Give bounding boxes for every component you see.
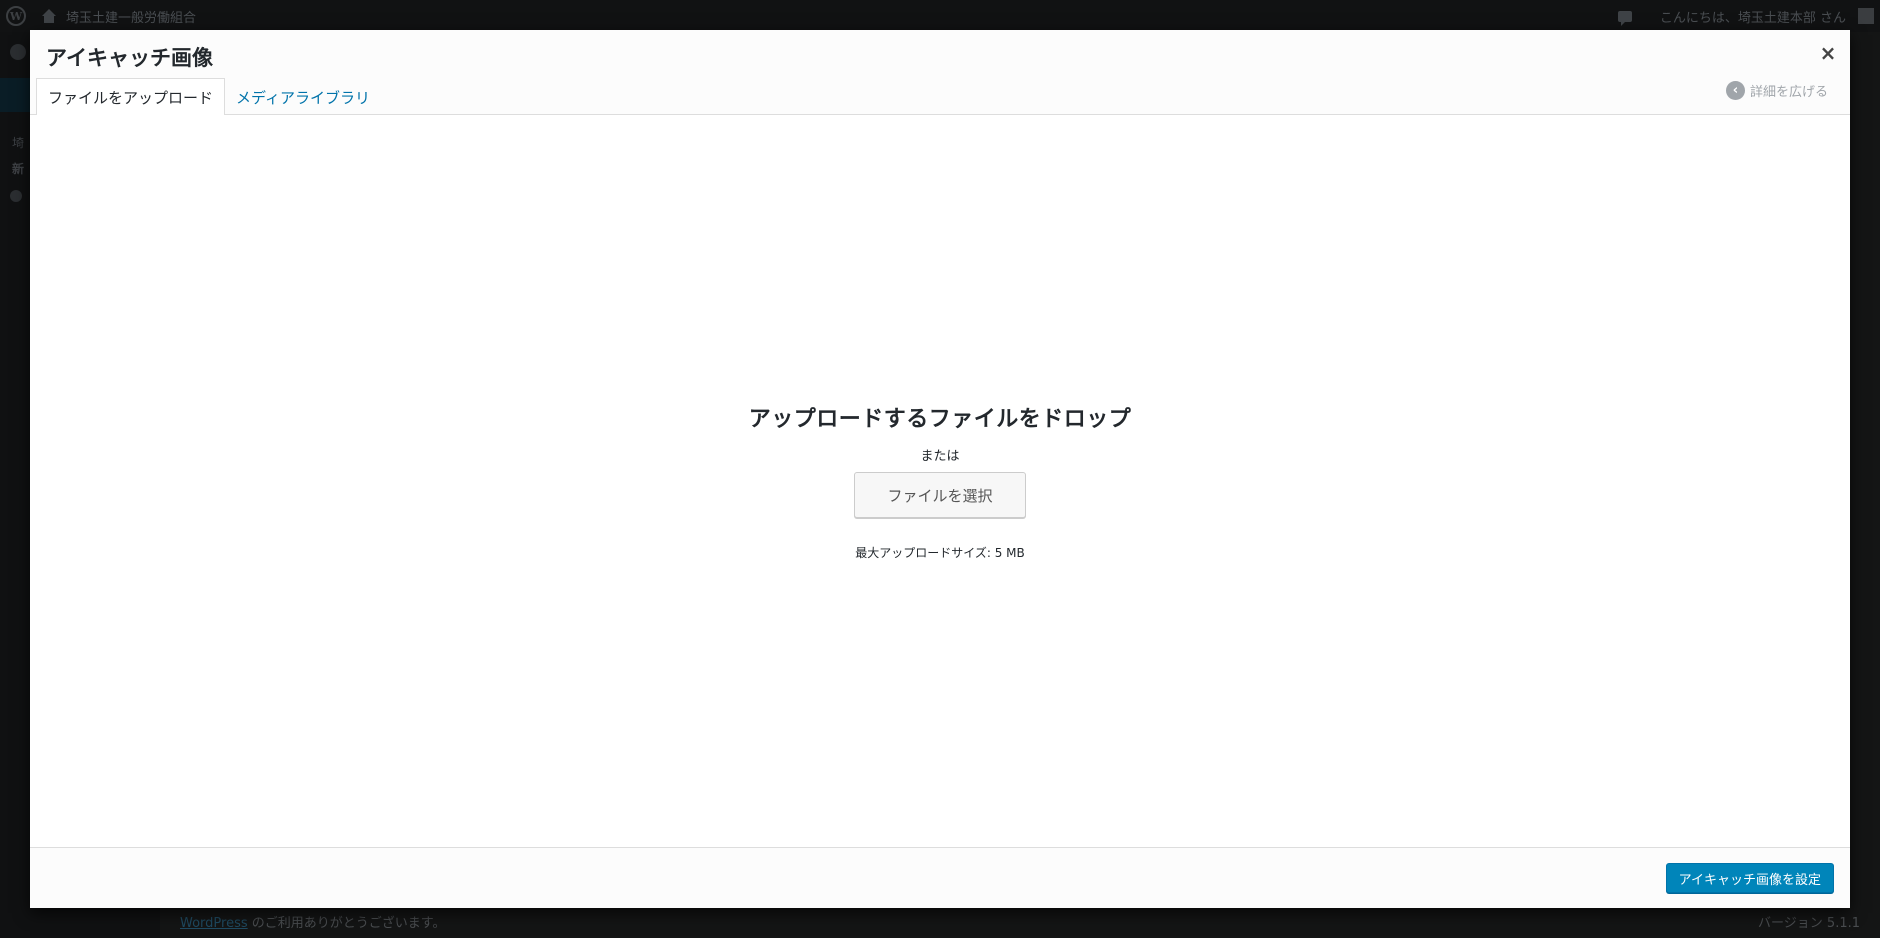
tab-upload-files[interactable]: ファイルをアップロード bbox=[36, 78, 226, 116]
user-greeting[interactable]: こんにちは、埼玉土建本部 さん bbox=[1660, 7, 1846, 26]
footer-thanks-text: のご利用ありがとうございます。 bbox=[247, 915, 446, 931]
upload-area[interactable]: アップロードするファイルをドロップ または ファイルを選択 最大アップロードサイ… bbox=[30, 115, 1850, 847]
footer-version: バージョン 5.1.1 bbox=[1758, 915, 1860, 931]
set-featured-image-button[interactable]: アイキャッチ画像を設定 bbox=[1665, 863, 1834, 893]
max-upload-size: 最大アップロードサイズ: 5 MB bbox=[855, 546, 1025, 560]
media-modal: アイキャッチ画像 × ファイルをアップロード メディアライブラリ ‹ 詳細を広げ… bbox=[30, 30, 1850, 908]
sidebar-subitem[interactable]: 新 bbox=[12, 160, 24, 177]
expand-details-label: 詳細を広げる bbox=[1749, 85, 1828, 100]
sidebar-subitem[interactable]: 埼 bbox=[12, 134, 24, 151]
home-icon bbox=[42, 9, 56, 23]
modal-title: アイキャッチ画像 bbox=[46, 46, 213, 70]
modal-toolbar: アイキャッチ画像を設定 bbox=[30, 847, 1850, 908]
avatar[interactable] bbox=[1858, 8, 1874, 24]
comment-icon[interactable] bbox=[1617, 10, 1632, 26]
uploader-inline: アップロードするファイルをドロップ または ファイルを選択 最大アップロードサイ… bbox=[30, 115, 1850, 847]
wordpress-link[interactable]: WordPress bbox=[180, 916, 248, 931]
admin-footer: WordPress のご利用ありがとうございます。 バージョン 5.1.1 bbox=[160, 904, 1880, 938]
chevron-left-icon: ‹ bbox=[1725, 81, 1745, 100]
tab-media-library[interactable]: メディアライブラリ bbox=[225, 79, 381, 116]
dashboard-icon[interactable] bbox=[10, 44, 26, 60]
close-icon[interactable]: × bbox=[1818, 41, 1838, 65]
modal-header: アイキャッチ画像 × ファイルをアップロード メディアライブラリ ‹ 詳細を広げ… bbox=[30, 30, 1850, 116]
wordpress-logo-icon[interactable]: W bbox=[6, 6, 26, 26]
site-name[interactable]: 埼玉土建一般労働組合 bbox=[66, 7, 196, 26]
collapse-menu-icon[interactable] bbox=[10, 190, 22, 202]
select-files-button[interactable]: ファイルを選択 bbox=[854, 472, 1026, 518]
modal-tabs: ファイルをアップロード メディアライブラリ bbox=[36, 78, 381, 116]
drop-instructions: アップロードするファイルをドロップ bbox=[748, 407, 1132, 432]
or-text: または bbox=[920, 449, 960, 464]
expand-details-button[interactable]: ‹ 詳細を広げる bbox=[1725, 81, 1828, 100]
admin-bar: W 埼玉土建一般労働組合 こんにちは、埼玉土建本部 さん bbox=[0, 0, 1880, 32]
footer-thanks: WordPress のご利用ありがとうございます。 bbox=[180, 912, 445, 931]
